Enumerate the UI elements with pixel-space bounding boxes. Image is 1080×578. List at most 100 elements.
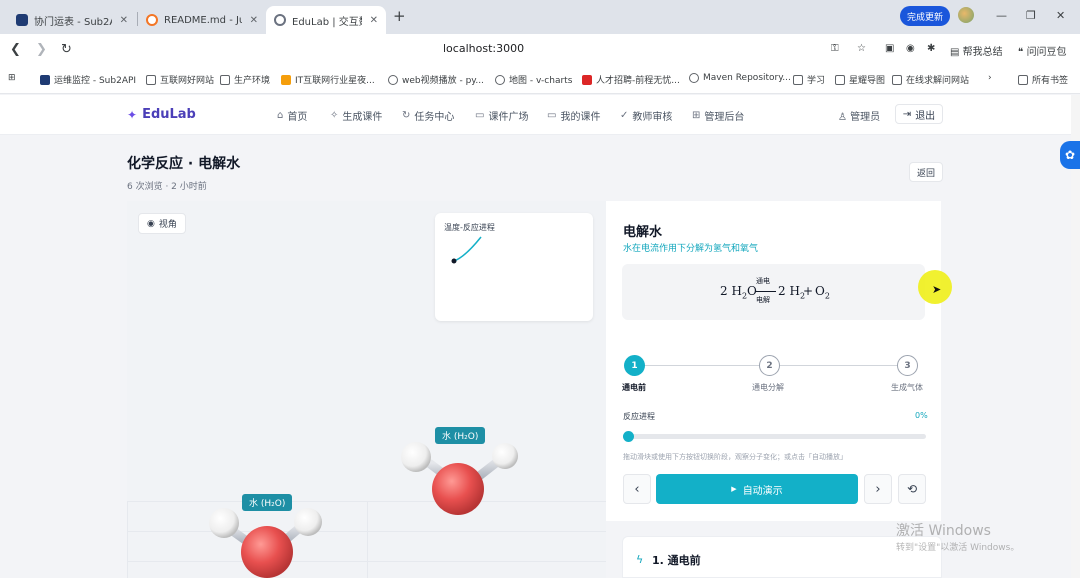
next-step-button[interactable]: › [864, 474, 892, 504]
refresh-icon: ↻ [402, 110, 411, 121]
step-3-button[interactable]: 3 [897, 355, 918, 376]
extension-icon[interactable]: ▣ [885, 43, 894, 54]
star-icon[interactable]: ☆ [857, 43, 866, 54]
equation-product-2: O2 [815, 284, 830, 301]
tab-favicon-icon [16, 14, 28, 26]
step-2-label: 通电分解 [752, 383, 784, 392]
equation-arrow [755, 291, 776, 292]
wand-icon: ✧ [330, 110, 339, 121]
bookmarks-bar: ⊞ 运维监控 - Sub2API 互联网好网站 生产环境 IT互联网行业星夜..… [0, 64, 1080, 94]
molecule-scene[interactable]: ◉ 视角 温度-反应进程 水 (H₂O) 水 (H₂O) [127, 201, 606, 578]
progress-label: 反应进程 [623, 412, 655, 421]
browser-tab-2[interactable]: README.md - Jupyter ✕ [138, 6, 266, 34]
activation-watermark: 激活 Windows [896, 523, 991, 539]
bookmark-item[interactable]: 互联网好网站 [146, 73, 214, 86]
equation-product-1: 2 H2 [778, 284, 806, 301]
step-3-label: 生成气体 [891, 383, 923, 392]
back-button[interactable]: 返回 [909, 162, 943, 182]
reset-icon: ⟲ [906, 482, 918, 496]
bookmark-folder[interactable]: 在线求解问网站 [892, 73, 969, 86]
nav-my-courseware[interactable]: ▭ 我的课件 [547, 108, 600, 123]
all-bookmarks[interactable]: 所有书签 [1018, 73, 1068, 86]
progress-percent: 0% [915, 411, 928, 420]
browser-tab-active[interactable]: EduLab | 交互数字 ✕ [266, 6, 386, 34]
restore-icon[interactable]: ❐ [1026, 9, 1036, 22]
plus-icon[interactable]: + [393, 7, 406, 25]
bookmark-item[interactable]: 运维监控 - Sub2API [40, 73, 136, 86]
nav-plaza[interactable]: ▭ 课件广场 [475, 108, 528, 123]
minimize-icon[interactable]: — [996, 9, 1007, 22]
close-tab-icon[interactable]: ✕ [370, 15, 378, 26]
step-detail-title: 1. 通电前 [652, 554, 701, 567]
profile-avatar[interactable] [958, 7, 974, 23]
nav-review[interactable]: ✓ 教师审核 [620, 108, 672, 123]
grid-icon: ⊞ [692, 110, 701, 121]
chevron-right-icon[interactable]: › [988, 73, 992, 83]
back-arrow-icon[interactable]: ❮ [10, 42, 21, 57]
bookmark-item[interactable]: web视频播放 - py... [388, 73, 484, 86]
forward-arrow-icon[interactable]: ❯ [36, 42, 47, 57]
browser-tab-bar: 协门运表 - Sub2API ✕ README.md - Jupyter ✕ E… [0, 0, 1080, 34]
circle-icon[interactable]: ◉ [906, 43, 915, 54]
url-field[interactable]: localhost:3000 [443, 42, 524, 55]
slider-handle[interactable] [623, 431, 634, 442]
nav-home[interactable]: ⌂ 首页 [277, 108, 307, 123]
play-icon: ▶ [731, 485, 737, 493]
reaction-title: 电解水 [623, 225, 663, 240]
reset-button[interactable]: ⟲ [898, 474, 926, 504]
close-tab-icon[interactable]: ✕ [250, 15, 258, 26]
activation-watermark-sub: 转到"设置"以激活 Windows。 [896, 543, 1020, 553]
bookmark-item[interactable]: IT互联网行业星夜... [281, 73, 375, 86]
tab-title: EduLab | 交互数字 [292, 16, 362, 28]
bookmark-item[interactable]: 生产环境 [220, 73, 270, 86]
step-2-button[interactable]: 2 [759, 355, 780, 376]
app-logo[interactable]: ✦ EduLab [127, 107, 196, 122]
summarize-button[interactable]: ▤ 帮我总结 [950, 43, 1003, 58]
update-button[interactable]: 完成更新 [900, 6, 950, 26]
apps-grid-icon[interactable]: ⊞ [8, 73, 16, 83]
magic-wand-icon: ✦ [127, 107, 138, 122]
stepper-line [780, 365, 902, 366]
floating-assistant-icon[interactable]: ✿ [1060, 141, 1080, 169]
molecule-label: 水 (H₂O) [242, 494, 293, 511]
close-tab-icon[interactable]: ✕ [120, 15, 128, 26]
address-bar: ❮ ❯ ↻ localhost:3000 ⚿ ☆ ▣ ◉ ✱ ▤ 帮我总结 ❝ … [0, 34, 1080, 64]
puzzle-icon[interactable]: ✱ [927, 43, 935, 54]
book-icon: ▭ [475, 110, 485, 121]
nav-tasks[interactable]: ↻ 任务中心 [402, 108, 454, 123]
key-icon[interactable]: ⚿ [831, 43, 839, 54]
globe-icon [274, 14, 286, 26]
reaction-panel: 电解水 水在电流作用下分解为氢气和氧气 2 H2O 通电 电解 2 H2 + O… [606, 201, 941, 521]
reload-icon[interactable]: ↻ [61, 42, 72, 57]
step-detail-card: ϟ 1. 通电前 [622, 536, 942, 578]
step-1-button[interactable]: 1 [624, 355, 645, 376]
reaction-subtitle: 水在电流作用下分解为氢气和氧气 [623, 244, 759, 254]
nav-generate[interactable]: ✧ 生成课件 [330, 108, 382, 123]
bookmark-folder[interactable]: 学习 [793, 73, 825, 86]
bookmark-item[interactable]: 人才招聘-前程无忧... [582, 73, 680, 86]
auto-play-button[interactable]: ▶ 自动演示 [656, 474, 858, 504]
equation-reactant: 2 H2O [720, 284, 757, 301]
logout-button[interactable]: ⇥ 退出 [895, 104, 943, 124]
check-icon: ✓ [620, 110, 629, 121]
close-window-icon[interactable]: ✕ [1056, 9, 1065, 22]
bolt-icon: ϟ [636, 553, 644, 566]
folder-icon: ▭ [547, 110, 557, 121]
bookmark-folder[interactable]: 星耀导图 [835, 73, 885, 86]
tab-title: README.md - Jupyter [164, 14, 242, 26]
water-molecule-2 [209, 508, 322, 578]
tab-title: 协门运表 - Sub2API [34, 16, 112, 28]
browser-tab-1[interactable]: 协门运表 - Sub2API ✕ [8, 6, 136, 34]
progress-slider[interactable] [623, 431, 926, 442]
tab-favicon-icon [146, 14, 158, 26]
slider-hint: 拖动滑块或使用下方按钮切换阶段，观察分子变化；或点击「自动播放」 [623, 453, 847, 461]
nav-admin[interactable]: ⊞ 管理后台 [692, 108, 744, 123]
bookmark-item[interactable]: Maven Repository... [689, 73, 791, 83]
bookmark-item[interactable]: 地图 - v-charts [495, 73, 572, 86]
ask-button[interactable]: ❝ 问问豆包 [1018, 43, 1067, 58]
step-1-label: 通电前 [622, 383, 646, 392]
previous-step-button[interactable]: ‹ [623, 474, 651, 504]
chevron-left-icon: ‹ [634, 481, 640, 497]
equation-condition-top: 通电 [756, 277, 770, 285]
user-menu[interactable]: ♙ 管理员 [838, 108, 880, 123]
